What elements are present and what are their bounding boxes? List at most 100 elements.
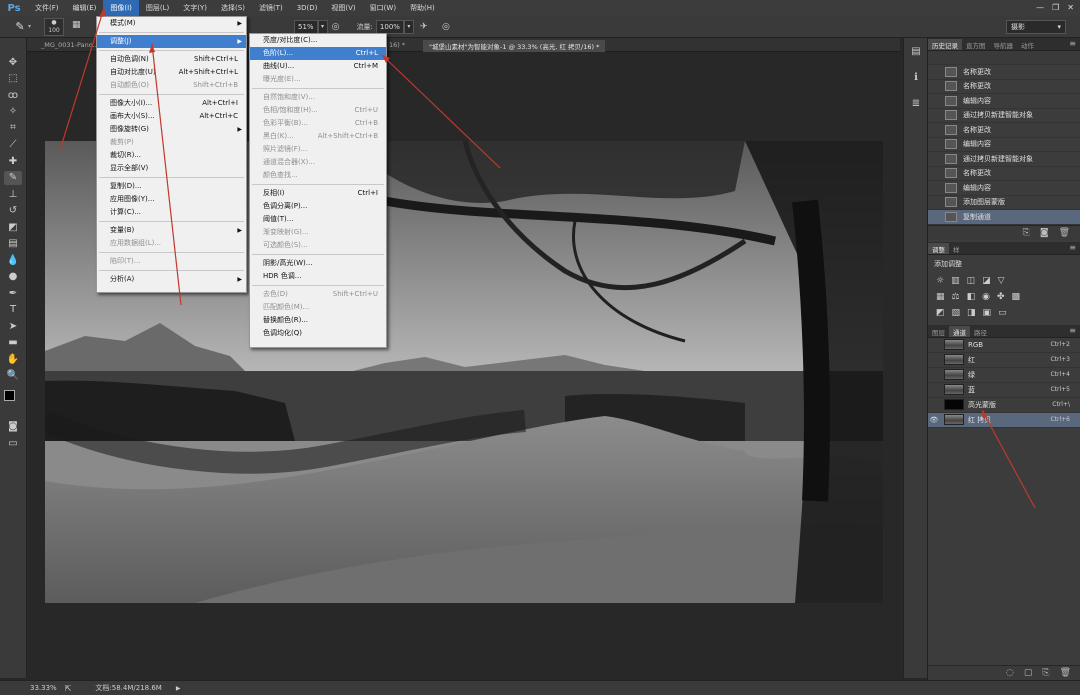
clone-stamp-tool-icon[interactable]: ⊥ [4,188,22,202]
channel-row[interactable]: 蓝 Ctrl+5 [928,383,1080,398]
history-row-partial[interactable] [928,51,1080,65]
menu-item[interactable]: 匹配颜色(M)... [250,301,386,314]
menu-item[interactable]: 阴影/高光(W)... [250,257,386,270]
workspace-select[interactable]: 摄影 ▾ [1006,20,1066,34]
menu-item[interactable]: 替换颜色(R)... [250,314,386,327]
dodge-tool-icon[interactable]: ● [4,270,22,284]
menu-item[interactable]: 自动对比度(U) Alt+Shift+Ctrl+L [97,66,246,79]
flow-dropdown[interactable]: ▾ [403,19,414,34]
history-checkbox[interactable] [931,197,941,207]
history-item[interactable]: 通过拷贝新建智能对象 [928,109,1080,123]
invert-icon[interactable]: ◩ [936,308,945,318]
save-selection-icon[interactable]: ▢ [1024,668,1033,678]
history-item[interactable]: 名称更改 [928,167,1080,181]
exposure-icon[interactable]: ◪ [982,276,991,286]
menu-item[interactable]: 裁剪(P) [97,136,246,149]
history-brush-tool-icon[interactable]: ↺ [4,204,22,218]
trash-icon[interactable]: 🗑 [1059,228,1070,238]
menu-item[interactable]: 显示全部(V) [97,162,246,175]
history-checkbox[interactable] [931,110,941,120]
hand-tool-icon[interactable]: ✋ [4,353,22,367]
visibility-eye-icon[interactable]: 👁 [928,416,940,424]
new-document-icon[interactable]: ⎘ [1023,228,1030,238]
tab-channels[interactable]: 通道 [949,325,970,337]
menu-item[interactable]: 自然饱和度(V)... [250,91,386,104]
history-item[interactable]: 复制通道 [928,210,1080,225]
channel-row[interactable]: RGB Ctrl+2 [928,338,1080,353]
opacity-dropdown[interactable]: ▾ [317,19,328,34]
trash-icon[interactable]: 🗑 [1060,668,1071,678]
pressure-opacity-icon[interactable]: ◎ [332,22,344,32]
menu-item[interactable]: 曲线(U)... Ctrl+M [250,60,386,73]
airbrush-icon[interactable]: ✈ [420,22,432,32]
menu-5[interactable]: 选择(S) [214,0,252,16]
eraser-tool-icon[interactable]: ◩ [4,221,22,235]
tab-layers[interactable]: 图层 [928,326,949,337]
menu-item[interactable]: 去色(D) Shift+Ctrl+U [250,288,386,301]
menu-item[interactable]: 色阶(L)... Ctrl+L [250,47,386,60]
tab-actions[interactable]: 动作 [1017,39,1038,50]
menu-10[interactable]: 帮助(H) [403,0,442,16]
color-lookup-icon[interactable]: ▩ [1012,292,1021,302]
gradient-tool-icon[interactable]: ▤ [4,237,22,251]
new-channel-icon[interactable]: ⎘ [1042,668,1049,678]
tab-adjustments[interactable]: 调整 [928,242,949,254]
menu-item[interactable]: 复制(D)... [97,180,246,193]
type-tool-icon[interactable]: T [4,303,22,317]
document-tab-active[interactable]: "城堡山素材"为智能对象-1 @ 33.3% (高光, 红 拷贝/16) * [423,40,606,52]
history-item[interactable]: 编辑内容 [928,181,1080,196]
move-tool-icon[interactable]: ✥ [4,56,22,70]
panel-menu-icon[interactable]: ≡ [1069,39,1076,48]
history-item[interactable]: 添加图层蒙版 [928,196,1080,210]
menu-item[interactable]: 色调分离(P)... [250,200,386,213]
document-tab-1[interactable]: _MG_0031-Pano... [35,40,105,52]
load-selection-icon[interactable]: ◌ [1006,668,1014,678]
menu-item[interactable]: 自动色调(N) Shift+Ctrl+L [97,53,246,66]
info-icon[interactable]: ℹ [909,72,923,84]
selective-color-icon[interactable]: ▣ [983,308,992,318]
crop-tool-icon[interactable]: ⌗ [4,121,22,135]
history-checkbox[interactable] [931,125,941,135]
history-item[interactable]: 编辑内容 [928,94,1080,109]
history-checkbox[interactable] [931,168,941,178]
opacity-input[interactable]: 51% [294,19,318,34]
menu-item[interactable]: 色相/饱和度(H)... Ctrl+U [250,104,386,117]
menu-item[interactable]: 图像大小(I)... Alt+Ctrl+I [97,97,246,110]
brush-size-picker[interactable]: ● 100 [44,17,64,36]
menu-item[interactable]: 照片滤镜(F)... [250,143,386,156]
menu-item[interactable]: 反相(I) Ctrl+I [250,187,386,200]
tab-navigator[interactable]: 导航器 [990,39,1018,50]
panel-menu-icon[interactable]: ≡ [1069,326,1076,335]
levels-icon[interactable]: ▥ [951,276,960,286]
hue-saturation-icon[interactable]: ▦ [936,292,945,302]
menu-item[interactable]: 应用数据组(L)... [97,237,246,250]
minimize-button[interactable]: — [1036,3,1044,12]
curves-icon[interactable]: ◫ [967,276,976,286]
history-checkbox[interactable] [931,81,941,91]
camera-icon[interactable]: ◙ [1040,228,1049,238]
history-checkbox[interactable] [931,139,941,149]
menu-item[interactable]: 颜色查找... [250,169,386,182]
menu-3[interactable]: 图层(L) [139,0,176,16]
menu-2[interactable]: 图像(I) [103,0,139,16]
pen-tool-icon[interactable]: ✒ [4,287,22,301]
menu-item[interactable]: 变量(B) ▶ [97,224,246,237]
shape-tool-icon[interactable]: ▬ [4,336,22,350]
close-button[interactable]: ✕ [1067,3,1074,12]
menu-item[interactable]: HDR 色调... [250,270,386,283]
menu-item[interactable]: 分析(A) ▶ [97,273,246,286]
channel-row[interactable]: 👁 红 拷贝 Ctrl+6 [928,412,1080,428]
menu-item[interactable]: 模式(M) ▶ [97,17,246,30]
menu-item[interactable]: 调整(J) ▶ [97,35,246,48]
menu-item[interactable]: 图像旋转(G) ▶ [97,123,246,136]
threshold-icon[interactable]: ◨ [967,308,976,318]
quick-select-tool-icon[interactable]: ✧ [4,105,22,119]
foreground-color-swatch[interactable] [4,390,15,401]
history-item[interactable]: 通过拷贝新建智能对象 [928,152,1080,167]
history-checkbox[interactable] [931,67,941,77]
menu-item[interactable]: 裁切(R)... [97,149,246,162]
brush-preset-icon[interactable]: ✎ [12,20,28,34]
path-selection-tool-icon[interactable]: ➤ [4,320,22,334]
pressure-size-icon[interactable]: ◎ [442,22,454,32]
menu-7[interactable]: 3D(D) [290,0,325,16]
